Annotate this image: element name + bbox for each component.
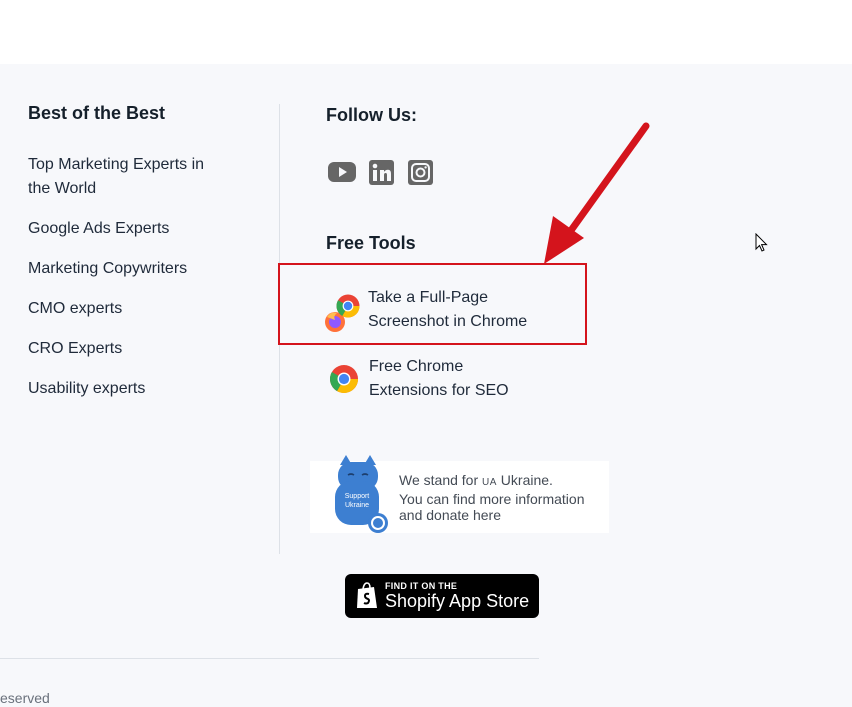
top-marketing-experts-line1: Top Marketing Experts in: [28, 156, 205, 173]
ukraine-message: We stand for UA Ukraine. You can find mo…: [399, 472, 604, 523]
chrome-extensions-seo-link[interactable]: Free Chrome Extensions for SEO: [329, 355, 509, 403]
mouse-cursor-icon: [755, 233, 768, 252]
top-marketing-experts-link[interactable]: Top Marketing Experts in the World: [28, 153, 204, 201]
youtube-link[interactable]: [328, 158, 356, 186]
shopify-bag-icon: [357, 582, 377, 608]
instagram-icon: [407, 159, 433, 185]
top-marketing-experts-line2: the World: [28, 180, 97, 197]
instagram-link[interactable]: [406, 158, 434, 186]
follow-us-title: Follow Us:: [326, 105, 417, 125]
best-of-the-best-title: Best of the Best: [28, 103, 166, 123]
ukraine-line2: You can find more information: [399, 491, 585, 507]
cmo-experts-link[interactable]: CMO experts: [28, 297, 122, 321]
linkedin-link[interactable]: [367, 158, 395, 186]
chrome-extensions-line2: Extensions for SEO: [369, 382, 509, 399]
cat-text-support: Support: [345, 493, 370, 500]
full-page-screenshot-line1: Take a Full-Page: [368, 289, 489, 306]
linkedin-icon: [368, 159, 394, 185]
marketing-copywriters-link[interactable]: Marketing Copywriters: [28, 257, 187, 281]
page-top-band: [0, 0, 852, 64]
ua-flag-label: UA: [482, 477, 497, 488]
full-page-screenshot-line2: Screenshot in Chrome: [368, 313, 528, 330]
ukraine-line1-suffix: Ukraine.: [496, 472, 553, 488]
shopify-badge-small-text: FIND IT ON THE: [385, 581, 458, 591]
usability-experts-link[interactable]: Usability experts: [28, 377, 145, 401]
ukraine-line1-prefix: We stand for: [399, 472, 483, 488]
support-ukraine-banner[interactable]: Support Ukraine We stand for UA Ukraine.…: [310, 455, 609, 533]
google-ads-experts-link[interactable]: Google Ads Experts: [28, 217, 169, 241]
shopify-app-store-badge[interactable]: FIND IT ON THE Shopify App Store: [345, 574, 539, 618]
footer-bottom-divider: [0, 658, 539, 659]
chrome-icon: [330, 365, 358, 393]
support-ukraine-cat-icon: Support Ukraine: [335, 455, 388, 533]
chrome-extensions-line1: Free Chrome: [369, 358, 464, 375]
free-tools-title: Free Tools: [326, 233, 416, 253]
ukraine-line3: and donate here: [399, 507, 501, 523]
youtube-icon: [328, 162, 356, 182]
chrome-firefox-icon: [325, 294, 360, 332]
cro-experts-link[interactable]: CRO Experts: [28, 337, 122, 361]
copyright-text: eserved: [0, 690, 50, 706]
shopify-badge-big-text: Shopify App Store: [385, 591, 530, 611]
cat-text-ukraine: Ukraine: [345, 502, 369, 509]
full-page-screenshot-link[interactable]: Take a Full-Page Screenshot in Chrome: [324, 286, 527, 336]
